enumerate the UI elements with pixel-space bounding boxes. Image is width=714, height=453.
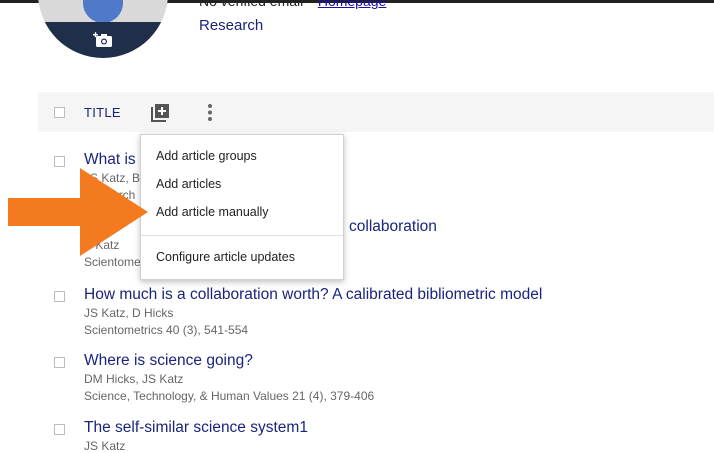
interest-link-research[interactable]: Research xyxy=(199,17,263,34)
article-venue: Scientometrics 40 (3), 541-554 xyxy=(84,323,249,337)
menu-divider xyxy=(141,235,343,236)
article-title[interactable]: How much is a collaboration worth? A cal… xyxy=(84,286,542,304)
article-venue: Scientome xyxy=(84,255,141,269)
menu-item-add-articles[interactable]: Add articles xyxy=(156,177,221,191)
select-all-checkbox[interactable] xyxy=(54,107,65,118)
article-title[interactable]: What is xyxy=(84,151,136,169)
article-authors: JS Katz, D Hicks xyxy=(84,306,174,320)
email-line: No verified email - Homepage xyxy=(199,0,386,9)
row-checkbox[interactable] xyxy=(54,291,65,302)
menu-item-configure-article-updates[interactable]: Configure article updates xyxy=(156,250,295,264)
avatar-image xyxy=(83,0,123,23)
arrow-right-icon xyxy=(8,168,148,256)
add-box-icon[interactable] xyxy=(151,103,170,122)
more-vert-icon[interactable] xyxy=(204,103,216,122)
title-column-header[interactable]: TITLE xyxy=(84,105,121,120)
menu-item-add-article-groups[interactable]: Add article groups xyxy=(156,149,257,163)
avatar[interactable] xyxy=(38,0,168,58)
article-title[interactable]: collaboration xyxy=(349,218,437,236)
row-checkbox[interactable] xyxy=(54,424,65,435)
article-title[interactable]: The self-similar science system1 xyxy=(84,419,308,437)
add-menu: Add article groups Add articles Add arti… xyxy=(140,134,344,280)
row-checkbox[interactable] xyxy=(54,156,65,167)
article-authors: DM Hicks, JS Katz xyxy=(84,372,184,386)
table-header: TITLE xyxy=(38,92,714,132)
menu-item-add-article-manually[interactable]: Add article manually xyxy=(156,205,269,219)
article-authors: JS Katz xyxy=(84,439,126,453)
email-status: No verified email - xyxy=(199,0,312,9)
article-title[interactable]: Where is science going? xyxy=(84,352,253,370)
row-checkbox[interactable] xyxy=(54,357,65,368)
homepage-link[interactable]: Homepage xyxy=(318,0,387,9)
add-photo-icon[interactable] xyxy=(93,32,113,48)
article-venue: Science, Technology, & Human Values 21 (… xyxy=(84,389,375,403)
